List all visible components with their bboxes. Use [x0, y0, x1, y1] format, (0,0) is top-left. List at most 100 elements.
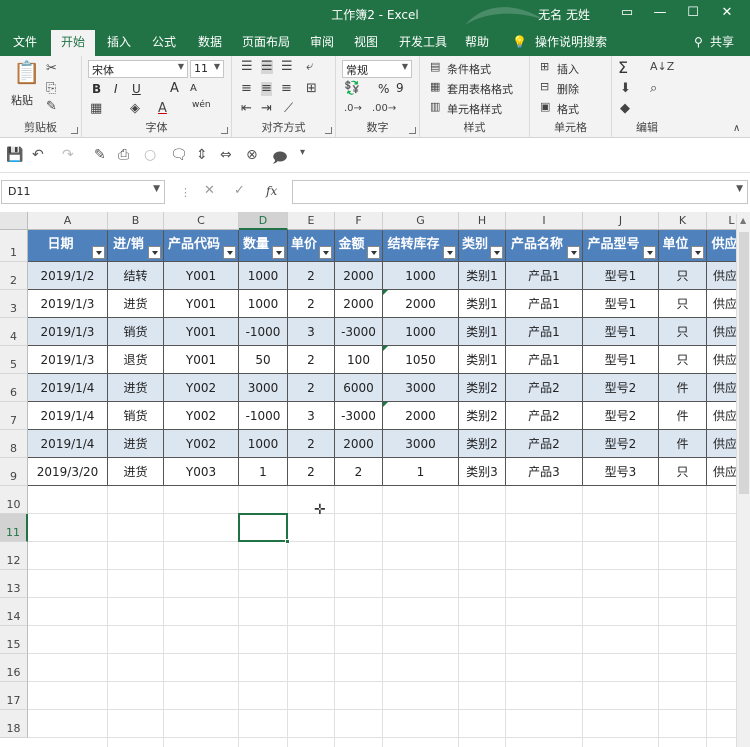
- user-name[interactable]: 无名 无姓: [538, 6, 590, 23]
- table-cell[interactable]: Y001: [164, 318, 239, 346]
- table-cell[interactable]: 产品1: [506, 318, 583, 346]
- table-cell[interactable]: 2000: [383, 290, 459, 318]
- table-cell[interactable]: Y001: [164, 346, 239, 374]
- align-middle-icon[interactable]: ☰: [261, 60, 273, 74]
- table-cell[interactable]: 产品3: [506, 458, 583, 486]
- align-right-icon[interactable]: ≡: [281, 82, 292, 96]
- percent-button[interactable]: %: [378, 82, 389, 96]
- share-icon[interactable]: ⚲: [694, 33, 703, 55]
- font-size-select[interactable]: 11 ▼: [190, 60, 224, 78]
- table-cell[interactable]: 2: [288, 290, 335, 318]
- tell-me-search[interactable]: 操作说明搜索: [535, 33, 607, 55]
- filter-dropdown-icon[interactable]: [148, 246, 161, 259]
- sort-filter-icon[interactable]: A↓Z: [650, 60, 674, 74]
- table-cell[interactable]: 进货: [108, 430, 164, 458]
- wrap-text-icon[interactable]: ⤶: [306, 60, 313, 74]
- worksheet-grid[interactable]: ABCDEFGHIJKL 1 2 3 4 5 6 7 8 9 10 11 12 13 14 15 16 17 18…: [0, 212, 750, 747]
- table-cell[interactable]: 2000: [335, 430, 383, 458]
- table-cell[interactable]: 2019/1/4: [28, 374, 108, 402]
- grow-font-button[interactable]: A: [170, 81, 179, 96]
- font-name-select[interactable]: 宋体 ▼: [88, 60, 188, 78]
- table-cell[interactable]: 进货: [108, 374, 164, 402]
- redo-icon[interactable]: ↷: [62, 147, 74, 163]
- clipboard-launcher[interactable]: [71, 127, 78, 134]
- underline-button[interactable]: U: [132, 82, 141, 96]
- column-header-h[interactable]: H: [459, 212, 506, 230]
- table-cell[interactable]: -3000: [335, 402, 383, 430]
- insert-function-button[interactable]: fx: [266, 184, 277, 198]
- accounting-icon[interactable]: 💱: [344, 82, 360, 96]
- table-cell[interactable]: 型号1: [583, 318, 659, 346]
- show-comment-icon[interactable]: 🗩: [272, 147, 288, 171]
- table-cell[interactable]: 件: [659, 374, 707, 402]
- filter-dropdown-icon[interactable]: [567, 246, 580, 259]
- table-cell[interactable]: Y002: [164, 430, 239, 458]
- table-cell[interactable]: 只: [659, 458, 707, 486]
- row-header-7[interactable]: 7: [0, 402, 28, 430]
- table-cell[interactable]: 类别2: [459, 374, 506, 402]
- table-cell[interactable]: 结转: [108, 262, 164, 290]
- column-header-g[interactable]: G: [383, 212, 459, 230]
- table-cell[interactable]: 3000: [239, 374, 288, 402]
- row-header-18[interactable]: 18: [0, 710, 28, 738]
- table-cell[interactable]: -1000: [239, 318, 288, 346]
- column-header-i[interactable]: I: [506, 212, 583, 230]
- table-cell[interactable]: 退货: [108, 346, 164, 374]
- table-header-cell[interactable]: 日期: [28, 230, 108, 262]
- save-icon[interactable]: 💾: [6, 147, 23, 163]
- table-cell[interactable]: 型号2: [583, 374, 659, 402]
- cell-styles-button[interactable]: 单元格样式: [447, 101, 502, 117]
- delete-cells-button[interactable]: 删除: [557, 81, 579, 97]
- table-header-cell[interactable]: 数量: [239, 230, 288, 262]
- table-cell[interactable]: 型号3: [583, 458, 659, 486]
- close-button[interactable]: ✕: [712, 2, 742, 24]
- row-height-icon[interactable]: ⇕: [196, 147, 208, 163]
- customize-qat-icon[interactable]: ▾: [300, 147, 305, 158]
- table-header-cell[interactable]: 进/销: [108, 230, 164, 262]
- table-cell[interactable]: 3000: [383, 430, 459, 458]
- filter-dropdown-icon[interactable]: [319, 246, 332, 259]
- comment-icon[interactable]: 🗨: [170, 147, 188, 163]
- fill-color-icon[interactable]: ◈: [130, 102, 140, 116]
- table-cell[interactable]: 6000: [335, 374, 383, 402]
- row-header-17[interactable]: 17: [0, 682, 28, 710]
- formula-input[interactable]: ▼: [292, 180, 748, 204]
- filter-dropdown-icon[interactable]: [223, 246, 236, 259]
- tab-help[interactable]: 帮助: [465, 33, 489, 55]
- table-cell[interactable]: 产品2: [506, 402, 583, 430]
- find-select-icon[interactable]: ⌕: [650, 82, 657, 96]
- shrink-font-button[interactable]: A: [190, 83, 197, 94]
- row-header-8[interactable]: 8: [0, 430, 28, 458]
- table-cell[interactable]: 2: [288, 262, 335, 290]
- align-left-icon[interactable]: ≡: [241, 82, 252, 96]
- table-header-cell[interactable]: 产品名称: [506, 230, 583, 262]
- font-launcher[interactable]: [221, 127, 228, 134]
- table-cell[interactable]: 型号2: [583, 430, 659, 458]
- delete-comment-icon[interactable]: ⊗: [246, 147, 258, 163]
- paste-button[interactable]: 粘贴: [11, 92, 33, 108]
- table-header-cell[interactable]: 单位: [659, 230, 707, 262]
- filter-dropdown-icon[interactable]: [367, 246, 380, 259]
- filter-dropdown-icon[interactable]: [92, 246, 105, 259]
- row-header-4[interactable]: 4: [0, 318, 28, 346]
- table-cell[interactable]: 类别1: [459, 262, 506, 290]
- table-cell[interactable]: 1000: [383, 318, 459, 346]
- table-cell[interactable]: 3000: [383, 374, 459, 402]
- clear-icon[interactable]: ◆: [620, 102, 630, 116]
- row-header-6[interactable]: 6: [0, 374, 28, 402]
- format-painter-icon[interactable]: ✎: [46, 100, 57, 114]
- font-color-icon[interactable]: A: [158, 102, 167, 116]
- table-cell[interactable]: 2019/1/4: [28, 402, 108, 430]
- column-header-b[interactable]: B: [108, 212, 164, 230]
- table-cell[interactable]: -3000: [335, 318, 383, 346]
- table-header-cell[interactable]: 类别: [459, 230, 506, 262]
- cancel-icon[interactable]: ✕: [204, 183, 215, 198]
- table-header-cell[interactable]: 结转库存: [383, 230, 459, 262]
- number-format-select[interactable]: 常规 ▼: [342, 60, 412, 78]
- tab-formulas[interactable]: 公式: [152, 33, 176, 55]
- table-header-cell[interactable]: 产品代码: [164, 230, 239, 262]
- table-cell[interactable]: 2: [288, 458, 335, 486]
- filter-dropdown-icon[interactable]: [490, 246, 503, 259]
- format-as-table-button[interactable]: 套用表格格式: [447, 81, 513, 97]
- tab-page-layout[interactable]: 页面布局: [242, 33, 290, 55]
